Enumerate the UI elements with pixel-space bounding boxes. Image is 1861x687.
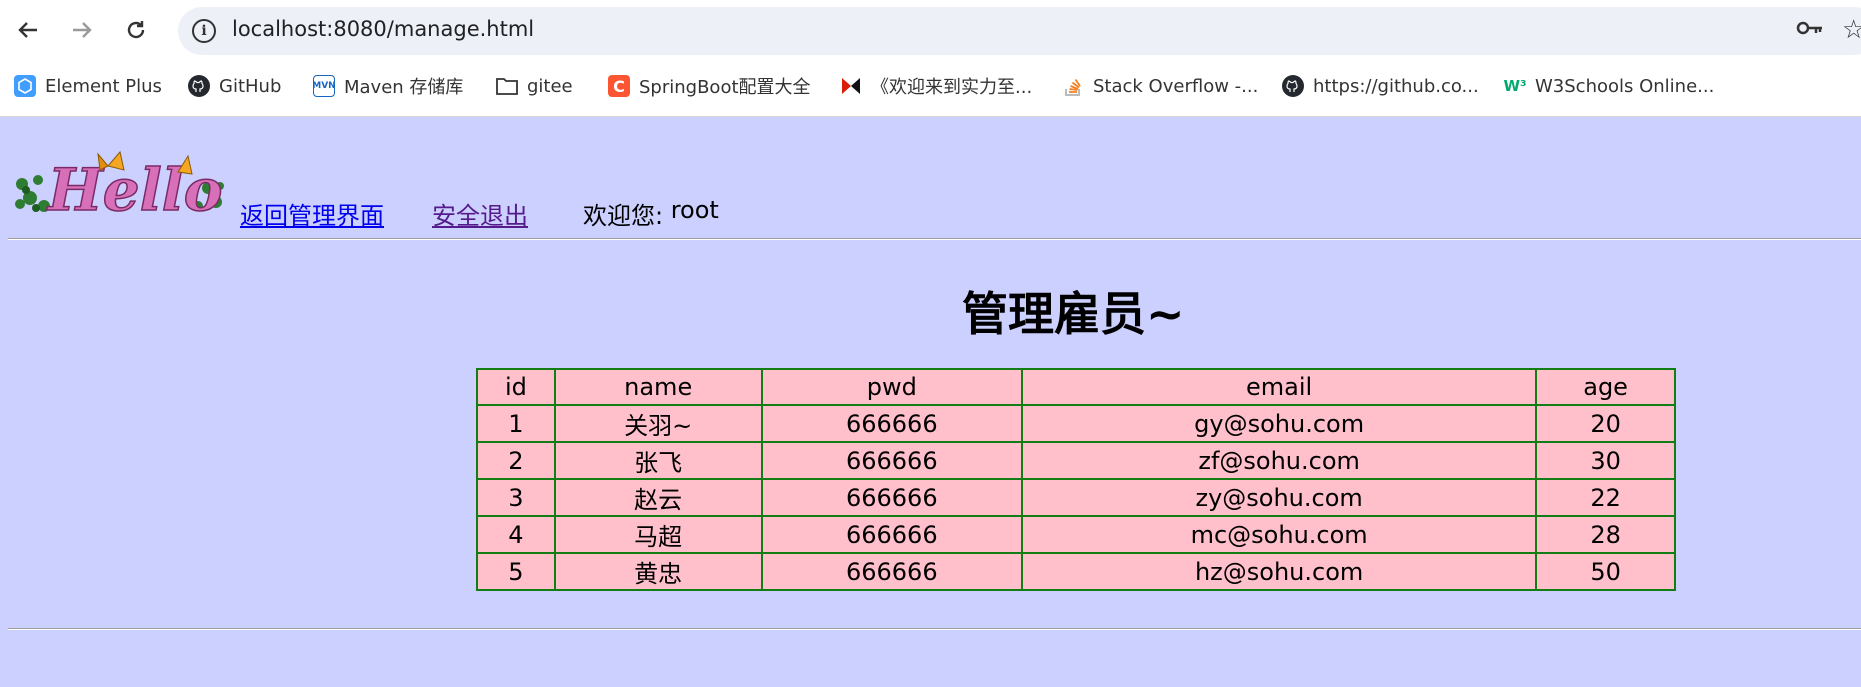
cell-pwd: 666666 — [760, 404, 1024, 443]
cell-email: zy@sohu.com — [1021, 478, 1538, 517]
bookmark-bilibili[interactable]: 《欢迎来到实力至... — [840, 72, 1032, 100]
cell-name: 张飞 — [553, 441, 763, 480]
url-text[interactable]: localhost:8080/manage.html — [232, 17, 534, 41]
github-icon — [1282, 75, 1304, 97]
page-content: Hello 返回管理界面 安全退出 欢迎您: root 管理雇员~ id nam… — [0, 118, 1861, 687]
bookmark-github[interactable]: GitHub — [188, 72, 281, 100]
logo-text: Hello — [46, 156, 222, 220]
column-header-id: id — [476, 368, 556, 406]
cell-email: zf@sohu.com — [1021, 441, 1538, 480]
back-to-manage-link[interactable]: 返回管理界面 — [240, 196, 384, 231]
column-header-name: name — [553, 368, 763, 406]
cell-age: 28 — [1535, 515, 1676, 554]
bottom-divider — [8, 628, 1861, 630]
bookmark-element-plus[interactable]: Element Plus — [14, 72, 162, 100]
github-icon — [188, 75, 210, 97]
column-header-email: email — [1021, 368, 1538, 406]
cell-id: 5 — [476, 552, 556, 591]
cell-age: 20 — [1535, 404, 1676, 443]
cell-age: 30 — [1535, 441, 1676, 480]
employee-table: id name pwd email age 1 关羽~ 666666 gy@so… — [476, 368, 1676, 591]
cell-name: 赵云 — [553, 478, 763, 517]
cell-email: mc@sohu.com — [1021, 515, 1538, 554]
element-plus-icon — [14, 75, 36, 97]
folder-icon — [496, 75, 518, 97]
bookmark-springboot[interactable]: C SpringBoot配置大全 — [608, 72, 811, 100]
stackoverflow-icon — [1062, 75, 1084, 97]
bookmark-gitee[interactable]: gitee — [496, 72, 573, 100]
cell-pwd: 666666 — [760, 478, 1024, 517]
welcome-label: 欢迎您: — [583, 202, 671, 230]
reload-icon[interactable] — [118, 12, 154, 48]
bookmark-github-link[interactable]: https://github.co... — [1282, 72, 1479, 100]
table-row: 3 赵云 666666 zy@sohu.com 22 — [476, 478, 1676, 517]
bookmarks-bar: Element Plus GitHub MVN Maven 存储库 gitee … — [0, 66, 1861, 106]
cell-email: gy@sohu.com — [1021, 404, 1538, 443]
csdn-icon: C — [608, 75, 630, 97]
top-divider — [8, 238, 1861, 240]
bookmark-maven[interactable]: MVN Maven 存储库 — [312, 72, 464, 100]
bookmark-label: GitHub — [219, 75, 282, 97]
bookmark-label: Maven 存储库 — [344, 77, 464, 98]
column-header-age: age — [1535, 368, 1676, 406]
bilibili-icon — [840, 75, 862, 97]
bookmark-label: 《欢迎来到实力至... — [871, 77, 1033, 98]
username: root — [670, 196, 719, 224]
cell-id: 4 — [476, 515, 556, 554]
bookmark-label: Stack Overflow -... — [1093, 75, 1259, 97]
browser-chrome: i localhost:8080/manage.html ☆ Element P… — [0, 0, 1861, 117]
cell-id: 3 — [476, 478, 556, 517]
cell-pwd: 666666 — [760, 441, 1024, 480]
bookmark-label: gitee — [527, 75, 573, 97]
browser-toolbar: i localhost:8080/manage.html ☆ — [0, 0, 1861, 62]
site-info-icon[interactable]: i — [192, 19, 216, 43]
table-row: 2 张飞 666666 zf@sohu.com 30 — [476, 441, 1676, 480]
cell-name: 马超 — [553, 515, 763, 554]
cell-name: 关羽~ — [553, 404, 763, 443]
column-header-pwd: pwd — [760, 368, 1024, 406]
table-row: 4 马超 666666 mc@sohu.com 28 — [476, 515, 1676, 554]
cell-id: 1 — [476, 404, 556, 443]
forward-arrow-icon[interactable] — [64, 12, 100, 48]
cell-id: 2 — [476, 441, 556, 480]
cell-age: 22 — [1535, 478, 1676, 517]
welcome-message: 欢迎您: root — [583, 196, 719, 231]
bookmark-label: W3Schools Online... — [1535, 75, 1715, 97]
password-key-icon[interactable] — [1796, 17, 1824, 45]
table-header-row: id name pwd email age — [476, 368, 1676, 406]
page-title: 管理雇员~ — [962, 287, 1185, 341]
bookmark-label: Element Plus — [45, 75, 162, 97]
hello-logo-image: Hello — [15, 150, 224, 220]
bookmark-w3schools[interactable]: W³ W3Schools Online... — [1503, 72, 1715, 100]
table-row: 1 关羽~ 666666 gy@sohu.com 20 — [476, 404, 1676, 443]
cell-age: 50 — [1535, 552, 1676, 591]
cell-pwd: 666666 — [760, 552, 1024, 591]
table-row: 5 黄忠 666666 hz@sohu.com 50 — [476, 552, 1676, 591]
cell-name: 黄忠 — [553, 552, 763, 591]
maven-icon: MVN — [312, 75, 336, 97]
bookmark-star-icon[interactable]: ☆ — [1842, 15, 1861, 45]
bookmark-stackoverflow[interactable]: Stack Overflow -... — [1062, 72, 1258, 100]
bookmark-label: https://github.co... — [1313, 75, 1479, 97]
cell-email: hz@sohu.com — [1021, 552, 1538, 591]
cell-pwd: 666666 — [760, 515, 1024, 554]
back-arrow-icon[interactable] — [10, 12, 46, 48]
logout-link[interactable]: 安全退出 — [432, 196, 528, 231]
bookmark-label: SpringBoot配置大全 — [639, 77, 811, 98]
address-bar[interactable]: i localhost:8080/manage.html ☆ — [178, 7, 1861, 55]
w3schools-icon: W³ — [1503, 77, 1527, 95]
